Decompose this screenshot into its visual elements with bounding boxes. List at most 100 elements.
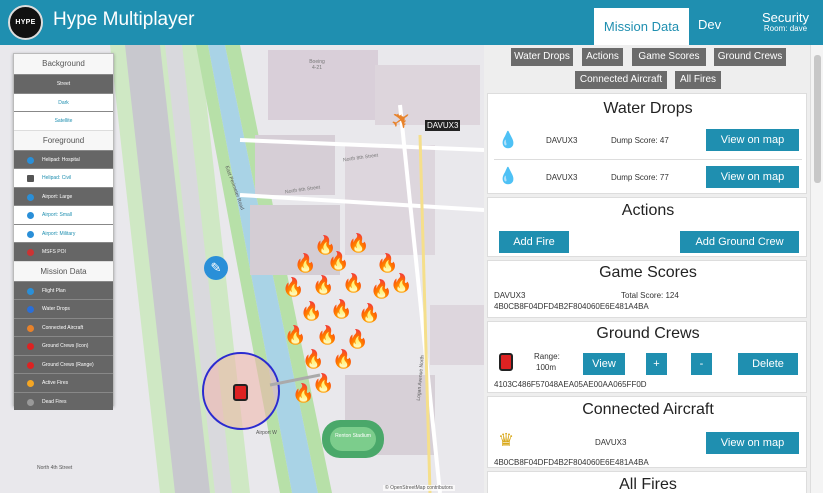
room-label: Room: dave [763,24,808,33]
aircraft-label: DAVUX3 [425,120,461,131]
section-shortcuts: Water Drops Actions Game Scores Ground C… [484,45,823,90]
jump-all-fires-button[interactable]: All Fires [675,71,721,89]
layer-toggle-airport-large[interactable]: Airport: Large [14,186,113,205]
decrease-range-button[interactable]: - [691,353,712,375]
airport-icon [27,212,34,219]
fire-icon[interactable]: 🔥 [292,383,314,404]
fire-icon[interactable]: 🔥 [312,275,334,296]
fire-icon[interactable]: 🔥 [358,303,380,324]
actions-card: Actions Add Fire Add Ground Crew [487,197,807,257]
section-title: Connected Aircraft [582,401,714,418]
fire-icon[interactable]: 🔥 [300,301,322,322]
layer-toggle-flight-plan[interactable]: Flight Plan [14,280,113,299]
layer-control: Background Street Dark Satellite Foregro… [13,53,114,410]
section-title: Water Drops [603,100,693,117]
ground-crews-card: Ground Crews Range: 100m View + - Delete… [487,321,807,393]
jump-game-scores-button[interactable]: Game Scores [632,48,706,66]
ground-crew-icon[interactable] [233,384,248,401]
jump-water-drops-button[interactable]: Water Drops [511,48,573,66]
street-label: Boeing 4-21 [309,59,325,71]
water-drops-card: Water Drops 💧 DAVUX3 Dump Score: 47 View… [487,93,807,194]
add-fire-button[interactable]: Add Fire [499,231,569,253]
jump-ground-crews-button[interactable]: Ground Crews [714,48,786,66]
section-title: Game Scores [599,264,697,281]
jump-connected-aircraft-button[interactable]: Connected Aircraft [575,71,667,89]
layer-toggle-airport-military[interactable]: Airport: Military [14,223,113,242]
player-id: 4B0CB8F04DFD4B2F804060E6E481A4BA [494,302,649,311]
divider [494,159,802,160]
crown-icon: ♛ [498,430,515,450]
jump-actions-button[interactable]: Actions [582,48,623,66]
fire-cluster[interactable]: 🔥 🔥 🔥 🔥 🔥 🔥 🔥 🔥 🔥 🔥 🔥 🔥 🔥 🔥 🔥 🔥 🔥 🔥 🔥 🔥 [272,233,412,433]
layer-option-satellite[interactable]: Satellite [14,111,113,130]
section-title: Ground Crews [596,325,700,342]
fire-icon[interactable]: 🔥 [342,273,364,294]
water-drop-icon: 💧 [498,168,518,185]
drop-callsign: DAVUX3 [546,173,578,182]
view-crew-button[interactable]: View [583,353,625,375]
drop-callsign: DAVUX3 [546,136,578,145]
connected-aircraft-card: Connected Aircraft ♛ DAVUX3 View on map … [487,396,807,468]
view-on-map-button[interactable]: View on map [706,432,799,454]
layer-label: Airport: Military [42,230,76,237]
fire-icon[interactable]: 🔥 [346,329,368,350]
panel-scrollbar[interactable] [810,45,823,493]
layer-option-street[interactable]: Street [14,74,113,93]
fire-icon[interactable]: 🔥 [332,349,354,370]
add-ground-crew-button[interactable]: Add Ground Crew [680,231,799,253]
fire-icon[interactable]: 🔥 [312,373,334,394]
section-title: Actions [621,202,675,219]
layer-toggle-ground-crews-icon[interactable]: Ground Crews (Icon) [14,336,113,355]
fire-icon [27,380,34,387]
hospital-icon [27,156,34,164]
layer-label: Water Drops [42,306,70,312]
fire-icon[interactable]: 🔥 [347,233,369,254]
tab-dev[interactable]: Dev [698,17,721,32]
layer-label: Ground Crews (Icon) [42,343,89,349]
layer-toggle-dead-fires[interactable]: Dead Fires [14,391,113,410]
view-on-map-button[interactable]: View on map [706,129,799,151]
delete-crew-button[interactable]: Delete [738,353,798,375]
tab-security[interactable]: Security Room: dave [762,11,809,33]
tab-mission-data[interactable]: Mission Data [594,8,689,45]
fire-icon[interactable]: 🔥 [390,273,412,294]
layer-label: Airport: Small [42,212,73,218]
airport-icon [27,230,34,238]
increase-range-button[interactable]: + [646,353,667,375]
layer-option-dark[interactable]: Dark [14,92,113,111]
all-fires-card: All Fires [487,471,807,493]
airport-icon [27,193,34,201]
layer-toggle-helipad-civil[interactable]: Helipad: Civil [14,168,113,187]
view-on-map-button[interactable]: View on map [706,166,799,188]
layer-toggle-ground-crews-range[interactable]: Ground Crews (Range) [14,354,113,373]
aircraft-callsign: DAVUX3 [595,438,627,447]
top-bar: HYPE Hype Multiplayer Mission Data Dev S… [0,0,823,45]
layer-toggle-msfs-poi[interactable]: MSFS POI [14,242,113,261]
fire-icon[interactable]: 🔥 [330,299,352,320]
layer-toggle-connected-aircraft[interactable]: Connected Aircraft [14,317,113,336]
layer-label: Helipad: Civil [42,175,72,181]
map-attribution[interactable]: © OpenStreetMap contributors [383,485,455,491]
layer-toggle-active-fires[interactable]: Active Fires [14,373,113,392]
layer-label: Airport: Large [42,193,73,200]
layer-toggle-helipad-hospital[interactable]: Helipad: Hospital [14,149,113,168]
fire-icon[interactable]: 🔥 [327,251,349,272]
security-label: Security [762,10,809,25]
layer-group-header: Background [14,54,113,74]
layer-toggle-airport-small[interactable]: Airport: Small [14,205,113,224]
edit-icon[interactable]: ✎ [204,256,228,280]
aircraft-icon [27,324,34,332]
layer-toggle-water-drops[interactable]: Water Drops [14,299,113,318]
game-scores-card: Game Scores DAVUX3 Total Score: 124 4B0C… [487,260,807,318]
fire-icon[interactable]: 🔥 [316,325,338,346]
fire-icon[interactable]: 🔥 [282,277,304,298]
logo: HYPE [8,5,43,40]
aircraft-id: 4B0CB8F04DFD4B2F804060E6E481A4BA [494,458,649,467]
fire-icon[interactable]: 🔥 [376,253,398,274]
scrollbar-thumb[interactable] [814,55,821,183]
fire-icon[interactable]: 🔥 [294,253,316,274]
fire-icon[interactable]: 🔥 [302,349,324,370]
route-icon [27,287,34,295]
fire-icon[interactable]: 🔥 [284,325,306,346]
truck-icon [27,343,34,350]
